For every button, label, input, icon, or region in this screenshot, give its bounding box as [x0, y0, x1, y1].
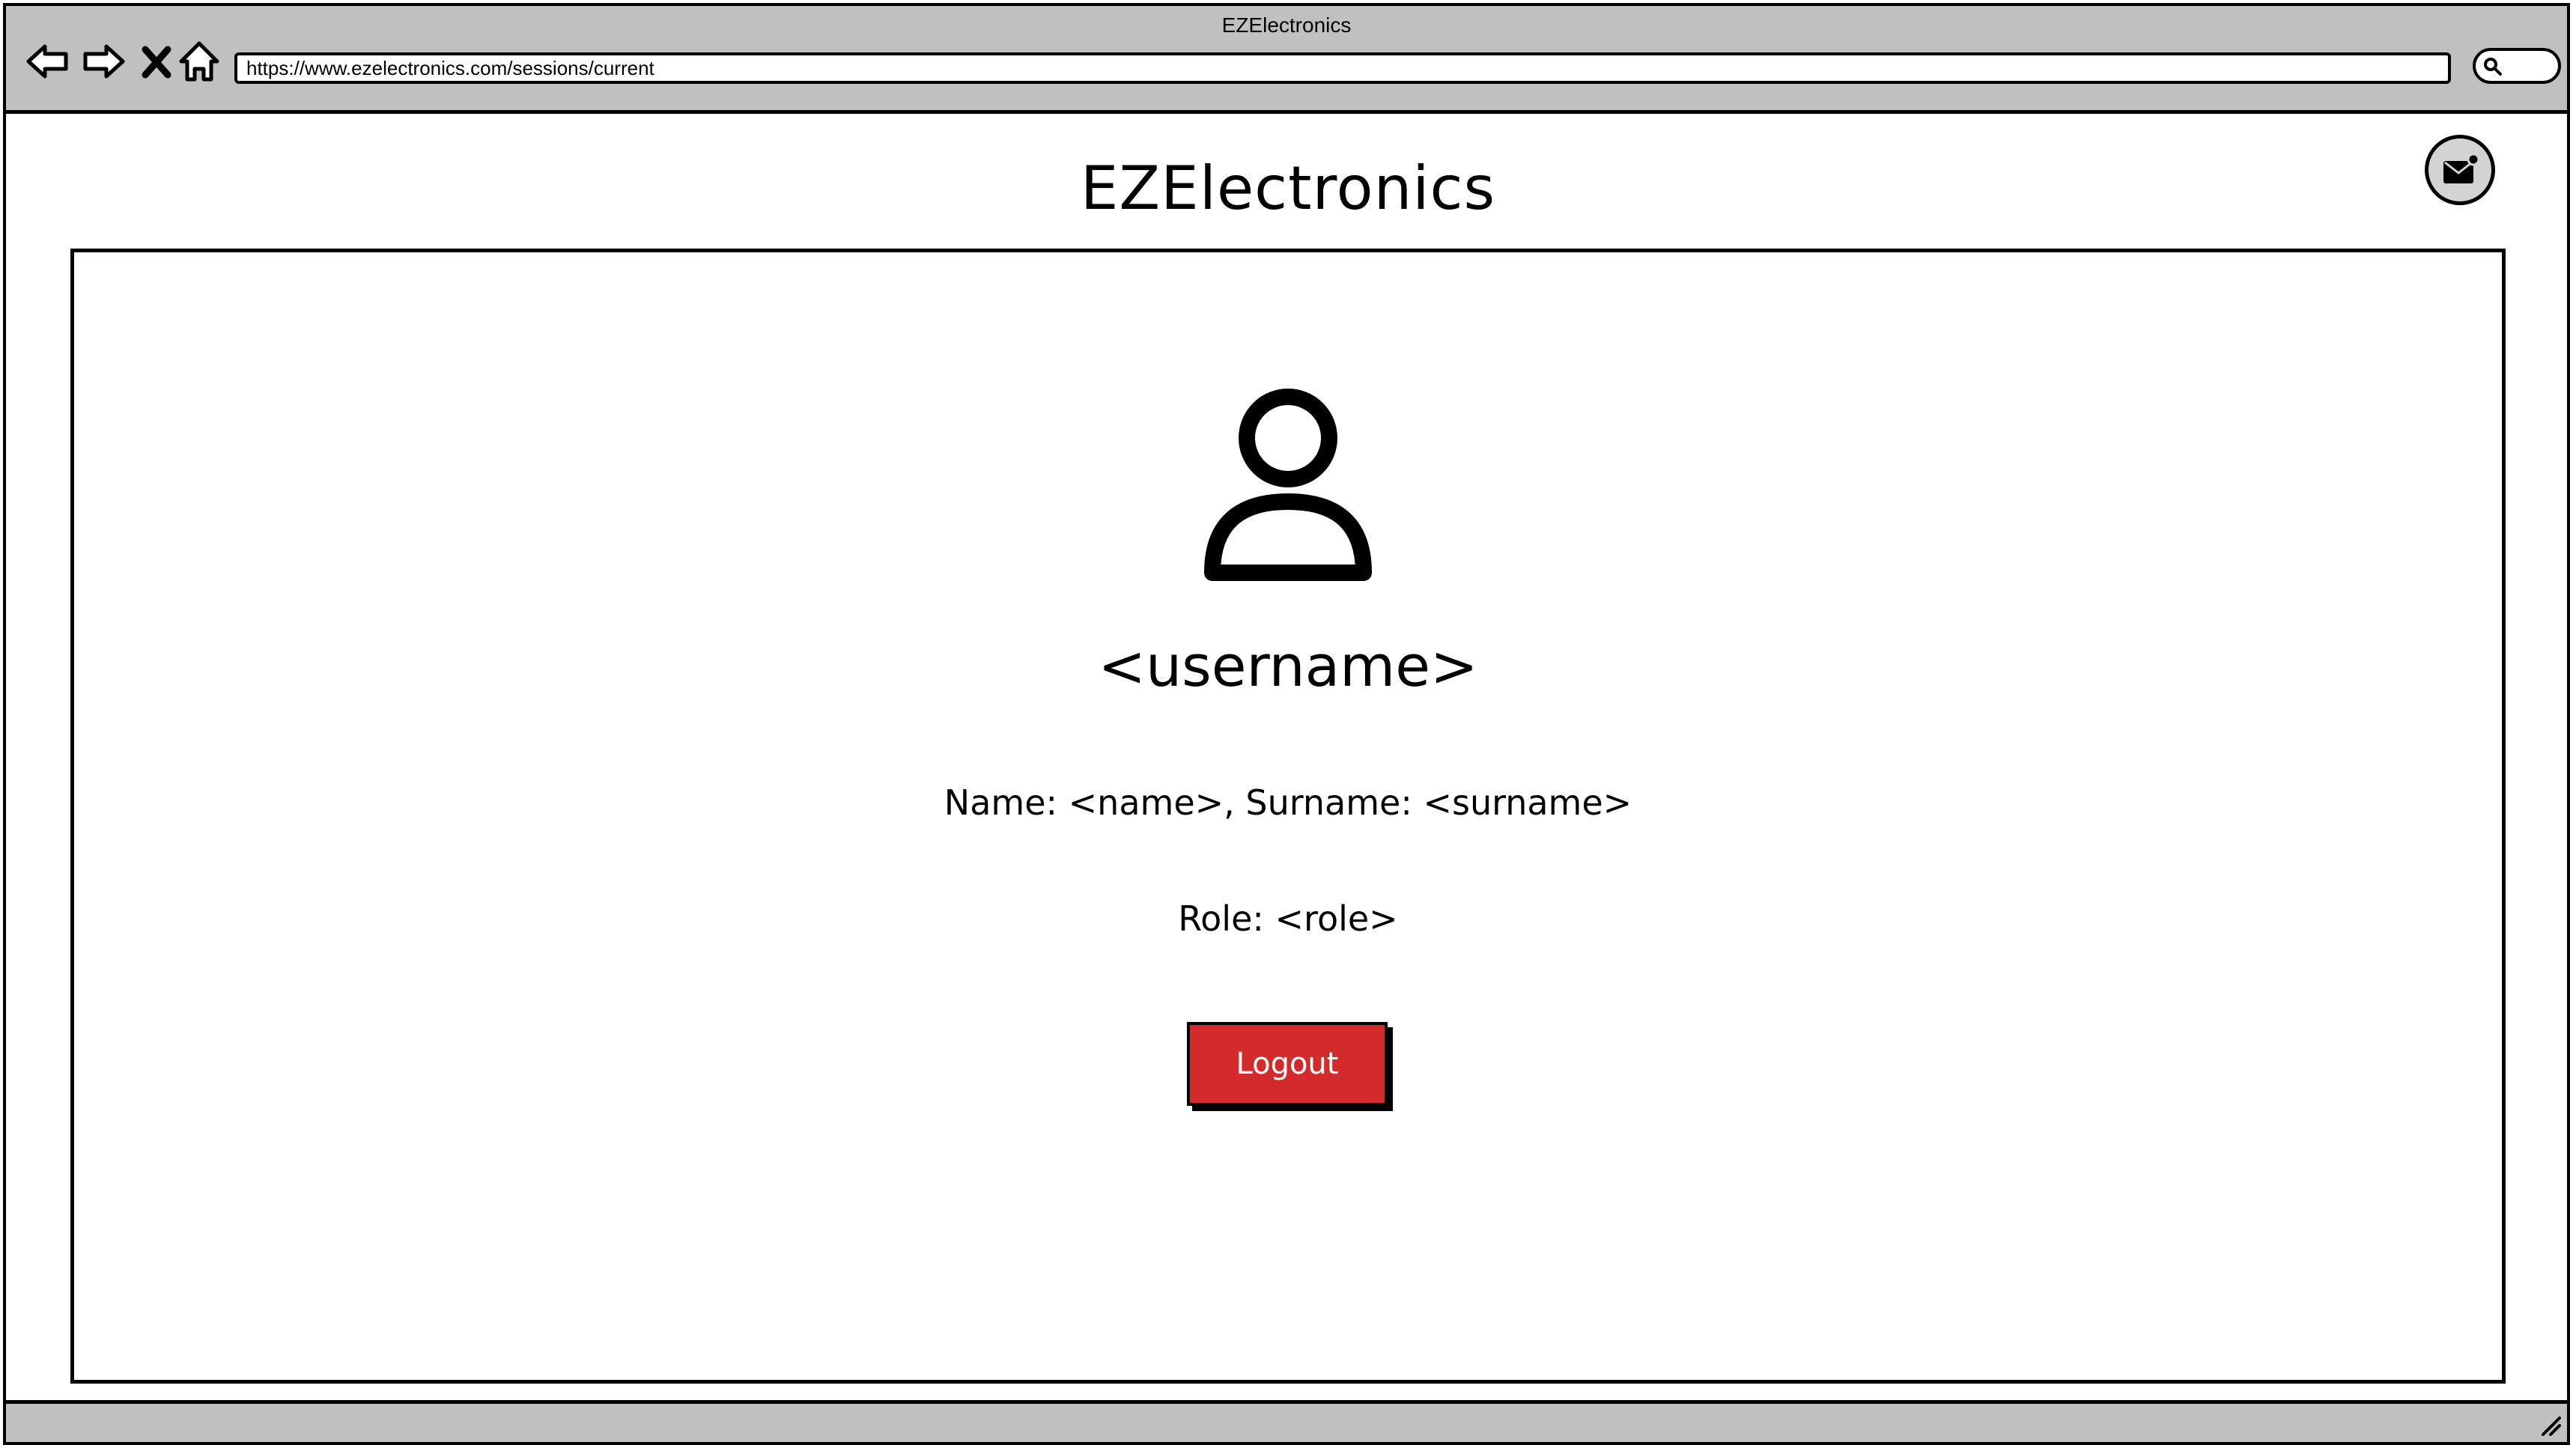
forward-arrow-icon[interactable]	[81, 39, 126, 84]
mail-button[interactable]	[2425, 135, 2495, 205]
username-heading: <username>	[1098, 633, 1478, 699]
role-text: Role: <role>	[1178, 898, 1398, 939]
back-arrow-icon[interactable]	[25, 39, 70, 84]
browser-titlebar: EZElectronics https://www.ezelectronics.…	[6, 6, 2567, 114]
logout-button[interactable]: Logout	[1187, 1022, 1388, 1106]
window-title: EZElectronics	[1221, 13, 1352, 37]
browser-statusbar	[6, 1400, 2567, 1442]
resize-grip-icon[interactable]	[2539, 1414, 2563, 1438]
name-surname-text: Name: <name>, Surname: <surname>	[944, 782, 1632, 823]
home-icon[interactable]	[178, 39, 220, 84]
stop-icon[interactable]	[139, 39, 174, 84]
address-bar[interactable]: https://www.ezelectronics.com/sessions/c…	[234, 52, 2451, 84]
app-title: EZElectronics	[1080, 153, 1496, 223]
mail-icon	[2443, 153, 2479, 183]
user-icon	[1202, 386, 1374, 584]
search-icon	[2484, 58, 2502, 76]
browser-search-box[interactable]	[2473, 48, 2561, 84]
